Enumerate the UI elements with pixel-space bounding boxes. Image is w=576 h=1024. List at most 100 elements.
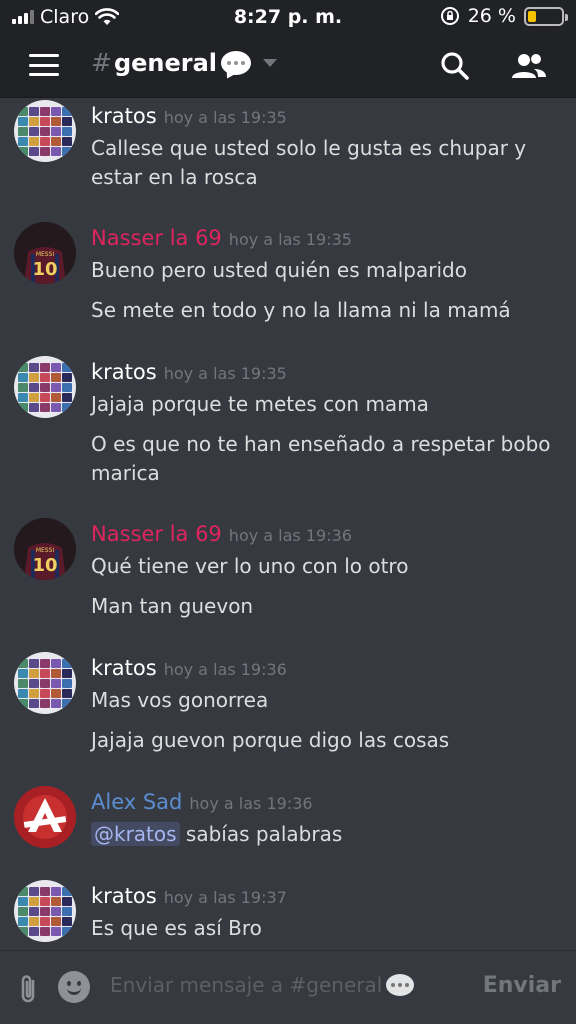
message-author[interactable]: Nasser la 69 [91,522,222,546]
message-body: kratos hoy a las 19:37 Es que es así Bro [91,880,560,943]
avatar-mosaic-tile [40,403,50,412]
avatar-nasser[interactable]: MESSI 10 [14,518,76,580]
avatar-mosaic-tile [51,137,61,146]
message-author[interactable]: kratos [91,884,157,908]
speech-bubble-icon [386,974,415,996]
avatar-mosaic-tile [18,679,28,688]
avatar-mosaic-tile [18,887,28,896]
avatar-mosaic-tile [51,897,61,906]
message-text[interactable]: Bueno pero usted quién es malparido [91,256,560,285]
avatar-mosaic-tile [40,887,50,896]
message-text[interactable]: Mas vos gonorrea [91,686,560,715]
avatar-mosaic-tile [29,383,39,392]
message-timestamp: hoy a las 19:35 [163,108,287,127]
avatar-mosaic-tile [18,689,28,698]
message-text[interactable]: Se mete en todo y no la llama ni la mamá [91,296,560,325]
avatar-mosaic-tile [62,147,72,156]
avatar-mosaic-tile [29,137,39,146]
channel-title[interactable]: # general [91,48,278,77]
message-text[interactable]: Man tan guevon [91,592,560,621]
message-timestamp: hoy a las 19:36 [189,794,313,813]
search-icon[interactable] [439,50,471,82]
avatar-mosaic-tile [62,887,72,896]
messi-jersey-image: MESSI 10 [14,222,76,284]
avatar-mosaic-tile [51,393,61,402]
avatar-kratos[interactable] [14,652,76,714]
avatar-mosaic-tile [40,897,50,906]
messi-jersey-image: MESSI 10 [14,518,76,580]
avatar-alex[interactable] [14,786,76,848]
avatar-mosaic-tile [18,897,28,906]
channel-name: general [113,48,218,77]
message-composer: Enviar mensaje a #general Enviar [0,950,576,1024]
avatar-mosaic-tile [51,117,61,126]
avatar-mosaic-tile [18,927,28,936]
avatar-mosaic-tile [29,107,39,116]
message-input[interactable]: Enviar mensaje a #general [110,973,415,997]
user-mention[interactable]: @kratos [91,822,180,846]
avatar-mosaic-tile [40,699,50,708]
message-text[interactable]: Callese que usted solo le gusta es chupa… [91,134,560,192]
message-text[interactable]: Jajaja guevon porque digo las cosas [91,726,560,755]
avatar-mosaic-tile [62,689,72,698]
message-list[interactable]: kratos hoy a las 19:35 Callese que usted… [0,98,576,950]
avatar-mosaic-tile [18,699,28,708]
message-author[interactable]: kratos [91,360,157,384]
message-author[interactable]: kratos [91,104,157,128]
avatar-mosaic-tile [51,363,61,372]
message-text[interactable]: Qué tiene ver lo uno con lo otro [91,552,560,581]
avatar-mosaic-tile [40,393,50,402]
message-text[interactable]: Jajaja porque te metes con mama [91,390,560,419]
message-text[interactable]: Es que es así Bro [91,914,560,943]
avatar-mosaic-tile [40,679,50,688]
message-body: kratos hoy a las 19:35 Callese que usted… [91,100,560,192]
message-text[interactable]: O es que no te han enseñado a respetar b… [91,430,560,488]
message-author[interactable]: kratos [91,656,157,680]
battery-fill [528,10,537,22]
avatar-mosaic-tile [29,147,39,156]
avatar-mosaic-tile [18,363,28,372]
message-author[interactable]: Alex Sad [91,790,182,814]
avatar-mosaic-tile [18,373,28,382]
avatar-mosaic-tile [40,127,50,136]
paperclip-icon[interactable] [16,973,42,1005]
avatar-mosaic-tile [51,927,61,936]
avatar-mosaic-tile [29,887,39,896]
avatar-mosaic-tile [29,669,39,678]
avatar-mosaic-tile [62,363,72,372]
avatar-mosaic-tile [29,897,39,906]
avatar-mosaic-tile [40,373,50,382]
avatar-mosaic-tile [51,127,61,136]
avatar-mosaic-tile [51,147,61,156]
avatar-mosaic-tile [29,679,39,688]
avatar-mosaic-tile [51,669,61,678]
avatar-mosaic-tile [29,689,39,698]
message-text[interactable]: @kratos sabías palabras [91,820,560,849]
send-button[interactable]: Enviar [483,973,561,998]
hamburger-menu-icon[interactable] [29,54,59,76]
message-author[interactable]: Nasser la 69 [91,226,222,250]
avatar-mosaic-tile [62,659,72,668]
chevron-down-icon[interactable] [263,58,278,67]
avatar-kratos[interactable] [14,880,76,942]
avatar-mosaic-tile [29,927,39,936]
emoji-icon[interactable] [58,971,90,1003]
avatar-mosaic-tile [40,659,50,668]
message-body: kratos hoy a las 19:36 Mas vos gonorrea … [91,652,560,755]
avatar-mosaic-tile [29,699,39,708]
avatar-mosaic-tile [62,917,72,926]
avatar-kratos[interactable] [14,356,76,418]
avatar-mosaic-tile [40,117,50,126]
message-body: kratos hoy a las 19:35 Jajaja porque te … [91,356,560,488]
avatar-mosaic-tile [40,363,50,372]
avatar-mosaic-tile [40,689,50,698]
message-timestamp: hoy a las 19:36 [228,526,352,545]
avatar-nasser[interactable]: MESSI 10 [14,222,76,284]
avatar-kratos[interactable] [14,100,76,162]
message-timestamp: hoy a las 19:37 [163,888,287,907]
status-right: 26 % [440,5,568,27]
avatar-mosaic-tile [62,699,72,708]
avatar-mosaic-tile [18,659,28,668]
message-timestamp: hoy a las 19:35 [163,364,287,383]
members-icon[interactable] [510,50,548,82]
